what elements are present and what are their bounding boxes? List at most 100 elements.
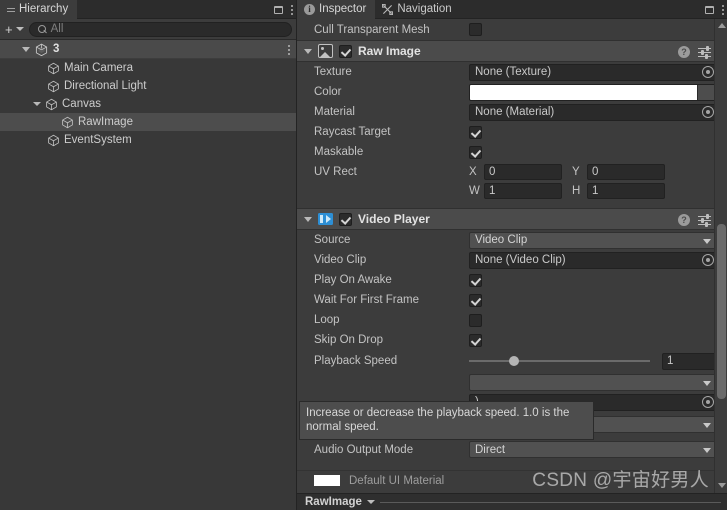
dock-icon[interactable] bbox=[274, 5, 283, 14]
target-picker-icon[interactable] bbox=[702, 396, 714, 408]
color-label: Color bbox=[314, 86, 342, 98]
video-player-enabled-checkbox[interactable] bbox=[339, 212, 352, 226]
wait-for-first-frame-checkbox[interactable] bbox=[469, 293, 482, 307]
raycast-target-checkbox[interactable] bbox=[469, 125, 482, 139]
render-mode-dropdown[interactable] bbox=[469, 373, 717, 391]
source-dropdown[interactable]: Video Clip bbox=[469, 231, 717, 249]
hierarchy-item-label: Main Camera bbox=[64, 62, 134, 74]
material-row: Material None (Material) bbox=[297, 102, 727, 122]
wait-for-first-frame-row: Wait For First Frame bbox=[297, 290, 727, 310]
material-object-field[interactable]: None (Material) bbox=[469, 103, 717, 121]
hierarchy-item-eventsystem[interactable]: EventSystem bbox=[0, 131, 296, 149]
gameobject-cube-icon bbox=[48, 62, 59, 74]
plus-icon: + bbox=[5, 21, 13, 37]
playback-speed-slider[interactable] bbox=[469, 356, 662, 366]
scene-menu-icon[interactable] bbox=[287, 43, 290, 56]
slider-track[interactable] bbox=[469, 356, 650, 366]
playback-speed-input[interactable]: 1 bbox=[662, 352, 717, 370]
video-clip-picker-icon[interactable] bbox=[702, 254, 714, 266]
tab-navigation[interactable]: Navigation bbox=[375, 0, 460, 19]
hierarchy-item-rawimage[interactable]: RawImage bbox=[0, 113, 296, 131]
play-on-awake-checkbox[interactable] bbox=[469, 273, 482, 287]
color-field[interactable] bbox=[469, 83, 717, 101]
canvas-expand-twisty-icon[interactable] bbox=[33, 102, 41, 106]
search-input[interactable]: All bbox=[28, 21, 292, 37]
inspector-menu-icon[interactable] bbox=[721, 3, 724, 16]
material-picker-icon[interactable] bbox=[702, 106, 714, 118]
raw-image-title: Raw Image bbox=[358, 44, 421, 58]
uv-rect-x-input[interactable]: 0 bbox=[484, 163, 562, 180]
unity-logo-icon bbox=[35, 43, 48, 56]
add-gameobject-button[interactable]: + bbox=[2, 21, 26, 37]
help-icon[interactable]: ? bbox=[678, 214, 690, 226]
help-icon[interactable]: ? bbox=[678, 46, 690, 58]
material-preview-row[interactable]: Default UI Material bbox=[297, 470, 727, 490]
loop-checkbox[interactable] bbox=[469, 313, 482, 327]
dock-icon[interactable] bbox=[705, 5, 714, 14]
chevron-down-icon bbox=[15, 27, 24, 31]
play-on-awake-row: Play On Awake bbox=[297, 270, 727, 290]
maskable-checkbox[interactable] bbox=[469, 145, 482, 159]
unity-editor-window: Hierarchy + All 3 Main Camera Directiona… bbox=[0, 0, 727, 510]
scrollbar-thumb[interactable] bbox=[717, 224, 726, 399]
tab-inspector-label: Inspector bbox=[319, 3, 367, 15]
chevron-down-icon[interactable] bbox=[366, 500, 375, 504]
texture-picker-icon[interactable] bbox=[702, 66, 714, 78]
texture-object-field[interactable]: None (Texture) bbox=[469, 63, 717, 81]
tab-inspector[interactable]: i Inspector bbox=[297, 0, 376, 19]
tab-hierarchy[interactable]: Hierarchy bbox=[0, 0, 78, 19]
hierarchy-item-canvas[interactable]: Canvas bbox=[0, 95, 296, 113]
video-player-component-header[interactable]: Video Player ? bbox=[297, 208, 727, 230]
gameobject-cube-icon bbox=[62, 116, 73, 128]
inspector-panel: i Inspector Navigation Cull Transparent … bbox=[297, 0, 727, 510]
color-swatch[interactable] bbox=[470, 84, 697, 100]
audio-output-mode-dropdown[interactable]: Direct bbox=[469, 441, 717, 458]
raw-image-component-header[interactable]: Raw Image ? bbox=[297, 40, 727, 62]
gameobject-cube-icon bbox=[48, 134, 59, 146]
uv-rect-y-input[interactable]: 0 bbox=[587, 163, 665, 180]
source-label: Source bbox=[314, 234, 351, 246]
video-player-foldout-icon[interactable] bbox=[304, 216, 312, 222]
inspector-body: Cull Transparent Mesh Raw Image ? Textur… bbox=[297, 19, 727, 510]
chevron-down-icon bbox=[703, 238, 711, 244]
cull-transparent-mesh-label: Cull Transparent Mesh bbox=[314, 23, 430, 36]
color-row: Color bbox=[297, 82, 727, 102]
hidden-dropdown-row bbox=[297, 372, 727, 392]
hierarchy-item-label: Canvas bbox=[62, 98, 101, 110]
inspector-scrollbar[interactable] bbox=[714, 19, 727, 510]
uv-rect-w-input[interactable]: 1 bbox=[484, 182, 562, 199]
scroll-up-arrow-icon[interactable] bbox=[718, 23, 726, 28]
chevron-down-icon bbox=[703, 422, 711, 428]
tab-navigation-label: Navigation bbox=[397, 3, 452, 15]
cull-transparent-mesh-checkbox[interactable] bbox=[469, 23, 482, 36]
source-row: Source Video Clip bbox=[297, 230, 727, 250]
uv-rect-row-wh: W 1 H 1 bbox=[297, 181, 727, 200]
slider-knob[interactable] bbox=[509, 356, 520, 366]
scroll-down-arrow-icon[interactable] bbox=[718, 483, 726, 488]
hierarchy-tabbar: Hierarchy bbox=[0, 0, 296, 19]
hierarchy-menu-icon[interactable] bbox=[290, 3, 293, 16]
bottom-bar-divider bbox=[379, 501, 721, 503]
video-clip-value: None (Video Clip) bbox=[475, 254, 566, 266]
hierarchy-item-main-camera[interactable]: Main Camera bbox=[0, 59, 296, 77]
skip-on-drop-checkbox[interactable] bbox=[469, 333, 482, 347]
tab-grip-icon bbox=[7, 6, 15, 13]
raw-image-icon bbox=[318, 44, 333, 58]
uv-rect-h-label: H bbox=[572, 184, 581, 197]
hierarchy-tabbar-actions bbox=[274, 0, 293, 19]
scene-expand-twisty-icon[interactable] bbox=[22, 46, 30, 52]
uv-rect-x-label: X bbox=[469, 165, 477, 178]
maskable-row: Maskable bbox=[297, 142, 727, 162]
hierarchy-item-directional-light[interactable]: Directional Light bbox=[0, 77, 296, 95]
audio-output-mode-row: Audio Output Mode Direct bbox=[297, 436, 727, 463]
preset-icon[interactable] bbox=[698, 214, 711, 227]
raw-image-enabled-checkbox[interactable] bbox=[339, 44, 352, 58]
uv-rect-y-label: Y bbox=[572, 165, 580, 178]
preset-icon[interactable] bbox=[698, 46, 711, 59]
scene-row[interactable]: 3 bbox=[0, 40, 296, 59]
uv-rect-h-input[interactable]: 1 bbox=[587, 182, 665, 199]
uv-rect-w-label: W bbox=[469, 184, 480, 197]
raw-image-foldout-icon[interactable] bbox=[304, 48, 312, 54]
video-clip-object-field[interactable]: None (Video Clip) bbox=[469, 251, 717, 269]
bottom-bar-object-name[interactable]: RawImage bbox=[305, 496, 362, 508]
